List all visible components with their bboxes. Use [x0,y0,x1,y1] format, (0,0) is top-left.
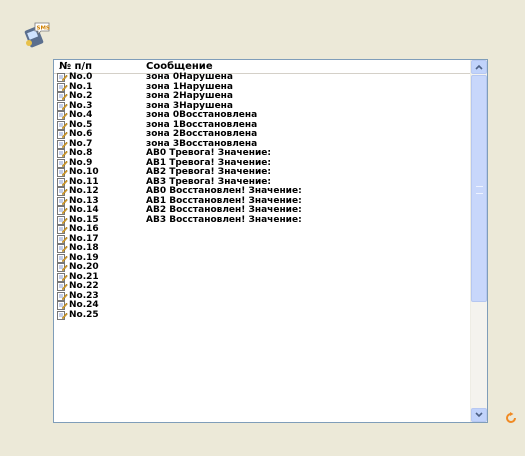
list-header: № п/п Сообщение [54,60,470,74]
list-item[interactable]: No.1 зона 1Нарушена [54,82,470,93]
scroll-down-button[interactable] [471,408,487,422]
chevron-down-icon [475,412,483,418]
document-edit-icon [57,234,68,244]
document-edit-icon [57,139,68,149]
document-edit-icon [57,120,68,130]
list-item[interactable]: No.22 [54,281,470,292]
list-item[interactable]: No.0 зона 0Нарушена [54,72,470,83]
document-edit-icon [57,215,68,225]
vertical-scrollbar[interactable] [470,60,487,422]
document-edit-icon [57,196,68,206]
list-item[interactable]: No.23 [54,291,470,302]
document-edit-icon [57,177,68,187]
list-item[interactable]: No.3 зона 3Нарушена [54,101,470,112]
document-edit-icon [57,244,68,253]
list-item[interactable]: No.17 [54,234,470,245]
scroll-thumb[interactable] [471,75,487,302]
document-edit-icon [57,82,68,92]
column-header-message[interactable]: Сообщение [146,61,213,72]
document-edit-icon [57,301,68,310]
list-item[interactable]: No.2 зона 2Нарушена [54,91,470,102]
list-item[interactable]: No.25 [54,309,470,321]
svg-text:SMS: SMS [37,26,50,32]
scroll-up-button[interactable] [471,60,487,74]
list-item[interactable]: No.19 [54,253,470,264]
document-edit-icon [57,253,68,263]
document-edit-icon [57,206,68,215]
document-edit-icon [57,225,68,234]
document-edit-icon [57,149,68,158]
sms-icon: SMS [24,22,50,48]
refresh-icon[interactable] [505,412,517,424]
list-item[interactable]: No.16 [54,224,470,235]
list-item[interactable]: No.6 зона 2Восстановлена [54,129,470,140]
list-item[interactable]: No.20 [54,262,470,273]
document-edit-icon [57,168,68,177]
row-number: No.25 [69,309,99,320]
document-edit-icon [57,158,68,168]
list-item[interactable]: No.4 зона 0Восстановлена [54,110,470,121]
row-message: АВ3 Восстановлен! Значение: [146,214,302,225]
document-edit-icon [57,101,68,111]
message-list[interactable]: № п/п Сообщение No.0 зона 0Нарушена No.1 зо… [53,59,488,423]
list-item[interactable]: No.15 АВ3 Восстановлен! Значение: [54,214,470,226]
document-edit-icon [57,73,68,82]
list-item[interactable]: No.24 [54,300,470,311]
document-edit-icon [57,111,68,120]
document-edit-icon [57,187,68,196]
column-header-number[interactable]: № п/п [59,61,92,72]
document-edit-icon [57,92,68,101]
scroll-grip [476,186,483,194]
chevron-up-icon [475,64,483,70]
list-item[interactable]: No.5 зона 1Восстановлена [54,120,470,131]
document-edit-icon [57,291,68,301]
document-edit-icon [57,263,68,272]
document-edit-icon [57,130,68,139]
document-edit-icon [57,310,68,320]
list-rows: No.0 зона 0Нарушена No.1 зона 1Нарушена No.2… [54,72,470,422]
list-item[interactable]: No.18 [54,243,470,254]
document-edit-icon [57,282,68,291]
list-item[interactable]: No.21 [54,272,470,283]
document-edit-icon [57,272,68,282]
